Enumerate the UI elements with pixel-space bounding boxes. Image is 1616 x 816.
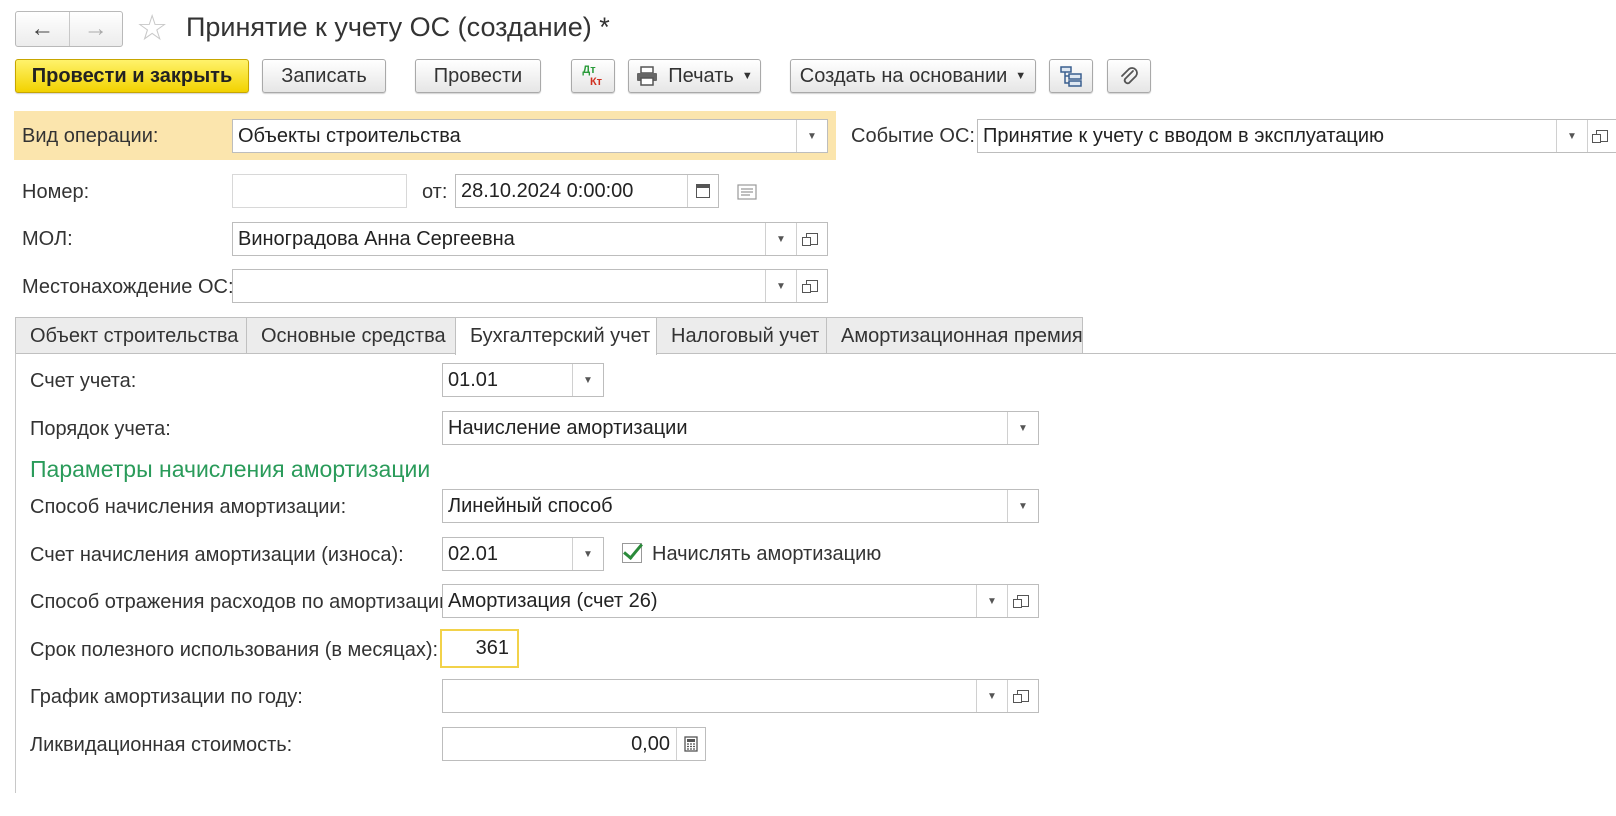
expense-select[interactable]: Амортизация (счет 26) ▼ xyxy=(442,584,1039,618)
print-button[interactable]: Печать ▼ xyxy=(628,59,761,93)
navigation-group: ← → xyxy=(15,11,123,47)
operation-type-select[interactable]: Объекты строительства ▼ xyxy=(232,119,828,153)
printer-icon xyxy=(637,66,658,86)
mol-label: МОЛ: xyxy=(22,228,73,250)
arrow-right-icon: → xyxy=(83,15,108,42)
open-window-icon xyxy=(1013,595,1029,608)
useful-life-value: 361 xyxy=(475,637,509,659)
method-value: Линейный способ xyxy=(448,494,613,517)
accrue-checkbox[interactable] xyxy=(622,543,642,563)
calculator-button[interactable] xyxy=(676,728,705,760)
method-label: Способ начисления амортизации: xyxy=(30,496,347,518)
date-value: 28.10.2024 0:00:00 xyxy=(461,179,634,202)
order-label: Порядок учета: xyxy=(30,418,171,440)
tab-bar: Объект строительства Основные средства Б… xyxy=(15,317,1083,355)
open-window-icon xyxy=(1013,690,1029,703)
chevron-down-icon[interactable]: ▼ xyxy=(1007,490,1038,522)
dep-account-value: 02.01 xyxy=(448,542,499,565)
open-button[interactable] xyxy=(796,270,827,302)
chevron-down-icon: ▼ xyxy=(1015,70,1027,82)
open-button[interactable] xyxy=(1587,120,1616,152)
schedule-label: График амортизации по году: xyxy=(30,686,303,708)
account-value: 01.01 xyxy=(448,368,499,391)
account-select[interactable]: 01.01 ▼ xyxy=(442,363,604,397)
print-label: Печать xyxy=(668,64,734,87)
chevron-down-icon[interactable]: ▼ xyxy=(765,223,796,255)
tab-panel-border xyxy=(15,353,16,793)
post-and-close-button[interactable]: Провести и закрыть xyxy=(15,59,249,93)
number-label: Номер: xyxy=(22,181,90,203)
attach-button[interactable] xyxy=(1107,59,1151,93)
comment-icon[interactable] xyxy=(737,183,757,201)
back-button[interactable]: ← xyxy=(16,12,69,46)
paperclip-icon xyxy=(1121,67,1138,85)
expense-value: Амортизация (счет 26) xyxy=(448,589,658,612)
chevron-down-icon[interactable]: ▼ xyxy=(1007,412,1038,444)
schedule-select[interactable]: ▼ xyxy=(442,679,1039,713)
chevron-down-icon[interactable]: ▼ xyxy=(976,680,1007,712)
open-button[interactable] xyxy=(1007,585,1038,617)
salvage-value: 0,00 xyxy=(631,732,670,755)
calendar-icon xyxy=(696,184,710,198)
chevron-down-icon[interactable]: ▼ xyxy=(1556,120,1587,152)
open-window-icon xyxy=(802,280,818,293)
location-label: Местонахождение ОС: xyxy=(22,276,234,298)
tab-construction-object[interactable]: Объект строительства xyxy=(15,317,247,354)
tab-divider xyxy=(15,353,1616,354)
chevron-down-icon[interactable]: ▼ xyxy=(765,270,796,302)
open-window-icon xyxy=(802,233,818,246)
favorite-star-icon[interactable]: ☆ xyxy=(136,10,168,46)
useful-life-input[interactable]: 361 xyxy=(440,629,519,668)
date-input[interactable]: 28.10.2024 0:00:00 xyxy=(455,174,719,208)
forward-button[interactable]: → xyxy=(68,12,123,46)
date-label: от: xyxy=(422,181,448,203)
order-value: Начисление амортизации xyxy=(448,416,688,439)
chevron-down-icon[interactable]: ▼ xyxy=(976,585,1007,617)
dt-kt-button[interactable]: Дт Кт xyxy=(571,59,615,93)
event-value: Принятие к учету с вводом в эксплуатацию xyxy=(983,124,1385,147)
kt-label: Кт xyxy=(589,76,603,88)
tab-fixed-assets[interactable]: Основные средства xyxy=(246,317,456,354)
number-input[interactable] xyxy=(232,174,407,208)
structure-button[interactable] xyxy=(1049,59,1093,93)
save-button[interactable]: Записать xyxy=(262,59,386,93)
event-label: Событие ОС: xyxy=(851,125,975,147)
tab-depreciation-bonus[interactable]: Амортизационная премия xyxy=(826,317,1083,354)
mol-select[interactable]: Виноградова Анна Сергеевна ▼ xyxy=(232,222,828,256)
mol-value: Виноградова Анна Сергеевна xyxy=(238,227,515,250)
create-based-on-button[interactable]: Создать на основании ▼ xyxy=(790,59,1036,93)
location-select[interactable]: ▼ xyxy=(232,269,828,303)
calculator-icon xyxy=(684,736,698,752)
expense-label: Способ отражения расходов по амортизации… xyxy=(30,591,456,613)
page-title: Принятие к учету ОС (создание) * xyxy=(186,12,610,42)
account-label: Счет учета: xyxy=(30,370,137,392)
arrow-left-icon: ← xyxy=(30,15,55,42)
salvage-label: Ликвидационная стоимость: xyxy=(30,734,293,756)
chevron-down-icon[interactable]: ▼ xyxy=(572,538,603,570)
method-select[interactable]: Линейный способ ▼ xyxy=(442,489,1039,523)
post-button[interactable]: Провести xyxy=(415,59,541,93)
calendar-button[interactable] xyxy=(687,175,718,207)
dep-account-label: Счет начисления амортизации (износа): xyxy=(30,544,404,566)
open-button[interactable] xyxy=(1007,680,1038,712)
section-title: Параметры начисления амортизации xyxy=(30,456,431,482)
structure-icon xyxy=(1060,66,1082,87)
chevron-down-icon: ▼ xyxy=(741,70,753,82)
operation-type-label: Вид операции: xyxy=(22,125,159,147)
dt-label: Дт xyxy=(582,64,596,76)
event-select[interactable]: Принятие к учету с вводом в эксплуатацию… xyxy=(977,119,1616,153)
order-select[interactable]: Начисление амортизации ▼ xyxy=(442,411,1039,445)
useful-life-label: Срок полезного использования (в месяцах)… xyxy=(30,639,439,661)
open-window-icon xyxy=(1592,130,1608,143)
accrue-label[interactable]: Начислять амортизацию xyxy=(652,543,881,566)
chevron-down-icon[interactable]: ▼ xyxy=(572,364,603,396)
chevron-down-icon[interactable]: ▼ xyxy=(796,120,827,152)
tab-accounting[interactable]: Бухгалтерский учет xyxy=(455,317,657,355)
dep-account-select[interactable]: 02.01 ▼ xyxy=(442,537,604,571)
open-button[interactable] xyxy=(796,223,827,255)
operation-type-value: Объекты строительства xyxy=(238,124,461,147)
create-based-on-label: Создать на основании xyxy=(799,64,1008,87)
salvage-input[interactable]: 0,00 xyxy=(442,727,706,761)
tab-tax-accounting[interactable]: Налоговый учет xyxy=(656,317,827,354)
